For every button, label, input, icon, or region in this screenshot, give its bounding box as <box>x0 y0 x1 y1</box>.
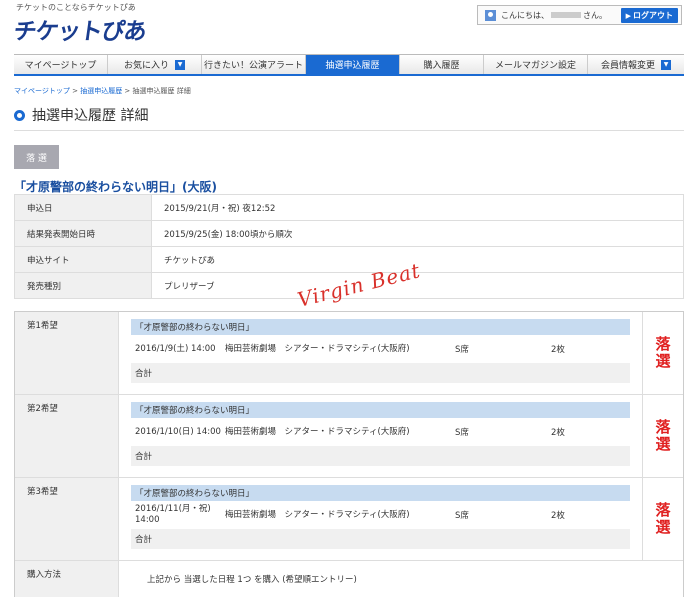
info-value: 2015/9/25(金) 18:00頃から順次 <box>151 220 684 247</box>
chevron-down-icon[interactable]: ▼ <box>661 59 671 70</box>
wish-label: 第2希望 <box>15 395 119 477</box>
logout-label: ログアウト <box>633 10 673 20</box>
wish-result: 落選 <box>653 502 672 536</box>
wish-date: 2016/1/10(日) 14:00 <box>135 426 221 437</box>
main-nav: マイページトップ お気に入り ▼ 行きたい！公演アラート 抽選申込履歴 購入履歴 … <box>14 54 684 76</box>
wish-date: 2016/1/11(月・祝) 14:00 <box>135 504 211 525</box>
user-icon <box>485 9 496 21</box>
wish-label: 第3希望 <box>15 478 119 560</box>
breadcrumb-link[interactable]: マイページトップ <box>14 87 70 95</box>
masked-username <box>551 12 581 18</box>
tab-mail-magazine[interactable]: メールマガジン設定 <box>484 55 588 74</box>
wish-venue: 梅田芸術劇場 シアター・ドラマシティ(大阪府) <box>225 509 410 520</box>
greeting-suffix: さん。 <box>583 10 607 20</box>
event-title: 「才原警部の終わらない明日」(大阪) <box>14 180 217 194</box>
tab-member-info[interactable]: 会員情報変更 ▼ <box>588 55 684 74</box>
wish-quantity: 2枚 <box>551 345 565 355</box>
wish-quantity: 2枚 <box>551 428 565 438</box>
breadcrumb-sep: > <box>69 87 81 95</box>
table-row: 申込サイト チケットぴあ <box>14 246 684 273</box>
tab-label: マイページトップ <box>24 61 97 71</box>
wish-detail: 「才原警部の終わらない明日」 2016/1/11(月・祝) 14:00 梅田芸術… <box>119 478 643 560</box>
wish-label: 第1希望 <box>15 312 119 394</box>
site-header: チケットのことならチケットぴあ チケットぴあ こんにちは、 さん。 ▶ ログアウト <box>0 0 700 50</box>
tab-favorites[interactable]: お気に入り ▼ <box>108 55 202 74</box>
user-box: こんにちは、 さん。 ▶ ログアウト <box>477 5 682 25</box>
arrow-right-icon: ▶ <box>625 11 631 20</box>
info-label: 発売種別 <box>14 272 152 299</box>
title-row: 抽選申込履歴 詳細 <box>14 105 148 125</box>
wish-row: 第1希望 「才原警部の終わらない明日」 2016/1/9(土) 14:00 梅田… <box>15 312 683 395</box>
purchase-label: 購入方法 <box>15 561 119 597</box>
wish-venue: 梅田芸術劇場 シアター・ドラマシティ(大阪府) <box>225 426 410 437</box>
wish-venue: 梅田芸術劇場 シアター・ドラマシティ(大阪府) <box>225 343 410 354</box>
greeting-prefix: こんにちは、 <box>501 10 549 20</box>
tab-label: 購入履歴 <box>423 61 460 71</box>
wish-detail: 「才原警部の終わらない明日」 2016/1/10(日) 14:00 梅田芸術劇場… <box>119 395 643 477</box>
tab-label: 抽選申込履歴 <box>325 61 380 71</box>
wish-event-name: 「才原警部の終わらない明日」 <box>131 402 630 418</box>
tab-lottery-history[interactable]: 抽選申込履歴 <box>306 55 400 74</box>
breadcrumb-sep: > <box>122 87 133 95</box>
status-badge: 落 選 <box>14 145 59 169</box>
page-title: 抽選申込履歴 詳細 <box>32 108 149 124</box>
info-value: 2015/9/21(月・祝) 夜12:52 <box>151 194 684 221</box>
table-row: 結果発表開始日時 2015/9/25(金) 18:00頃から順次 <box>14 220 684 247</box>
info-label: 結果発表開始日時 <box>14 220 152 247</box>
wish-result: 落選 <box>653 336 672 370</box>
breadcrumb: マイページトップ > 抽選申込履歴 > 抽選申込履歴 詳細 <box>14 86 191 96</box>
info-label: 申込日 <box>14 194 152 221</box>
wish-total: 合計 <box>131 446 630 466</box>
breadcrumb-current: 抽選申込履歴 詳細 <box>132 87 191 95</box>
site-logo[interactable]: チケットぴあ <box>12 12 149 46</box>
logout-button[interactable]: ▶ ログアウト <box>620 7 678 23</box>
wish-total: 合計 <box>131 363 630 383</box>
info-label: 申込サイト <box>14 246 152 273</box>
wish-seat: S席 <box>455 511 469 521</box>
purchase-value: 上記から 当選した日程 1つ を購入 (希望順エントリー) <box>147 575 357 585</box>
wish-date: 2016/1/9(土) 14:00 <box>135 343 216 354</box>
circle-icon <box>14 109 25 121</box>
tab-label: 行きたい！公演アラート <box>203 61 303 71</box>
wish-quantity: 2枚 <box>551 511 565 521</box>
tab-purchase-history[interactable]: 購入履歴 <box>400 55 484 74</box>
wish-total: 合計 <box>131 529 630 549</box>
wish-event-name: 「才原警部の終わらない明日」 <box>131 319 630 335</box>
table-row: 申込日 2015/9/21(月・祝) 夜12:52 <box>14 194 684 221</box>
wish-detail: 「才原警部の終わらない明日」 2016/1/9(土) 14:00 梅田芸術劇場 … <box>119 312 643 394</box>
tab-label: 会員情報変更 <box>600 61 655 71</box>
wish-seat: S席 <box>455 428 469 438</box>
tab-label: お気に入り <box>123 61 169 71</box>
wishes-table: 第1希望 「才原警部の終わらない明日」 2016/1/9(土) 14:00 梅田… <box>14 311 684 597</box>
purchase-method-row: 購入方法 上記から 当選した日程 1つ を購入 (希望順エントリー) <box>15 561 683 597</box>
wish-event-name: 「才原警部の終わらない明日」 <box>131 485 630 501</box>
wish-row: 第2希望 「才原警部の終わらない明日」 2016/1/10(日) 14:00 梅… <box>15 395 683 478</box>
tab-mypage-top[interactable]: マイページトップ <box>14 55 108 74</box>
divider <box>14 130 684 131</box>
wish-result: 落選 <box>653 419 672 453</box>
wish-row: 第3希望 「才原警部の終わらない明日」 2016/1/11(月・祝) 14:00… <box>15 478 683 561</box>
tab-alert[interactable]: 行きたい！公演アラート <box>202 55 306 74</box>
breadcrumb-link[interactable]: 抽選申込履歴 <box>80 87 122 95</box>
wish-seat: S席 <box>455 345 469 355</box>
chevron-down-icon[interactable]: ▼ <box>175 59 185 70</box>
tab-label: メールマガジン設定 <box>494 61 576 71</box>
